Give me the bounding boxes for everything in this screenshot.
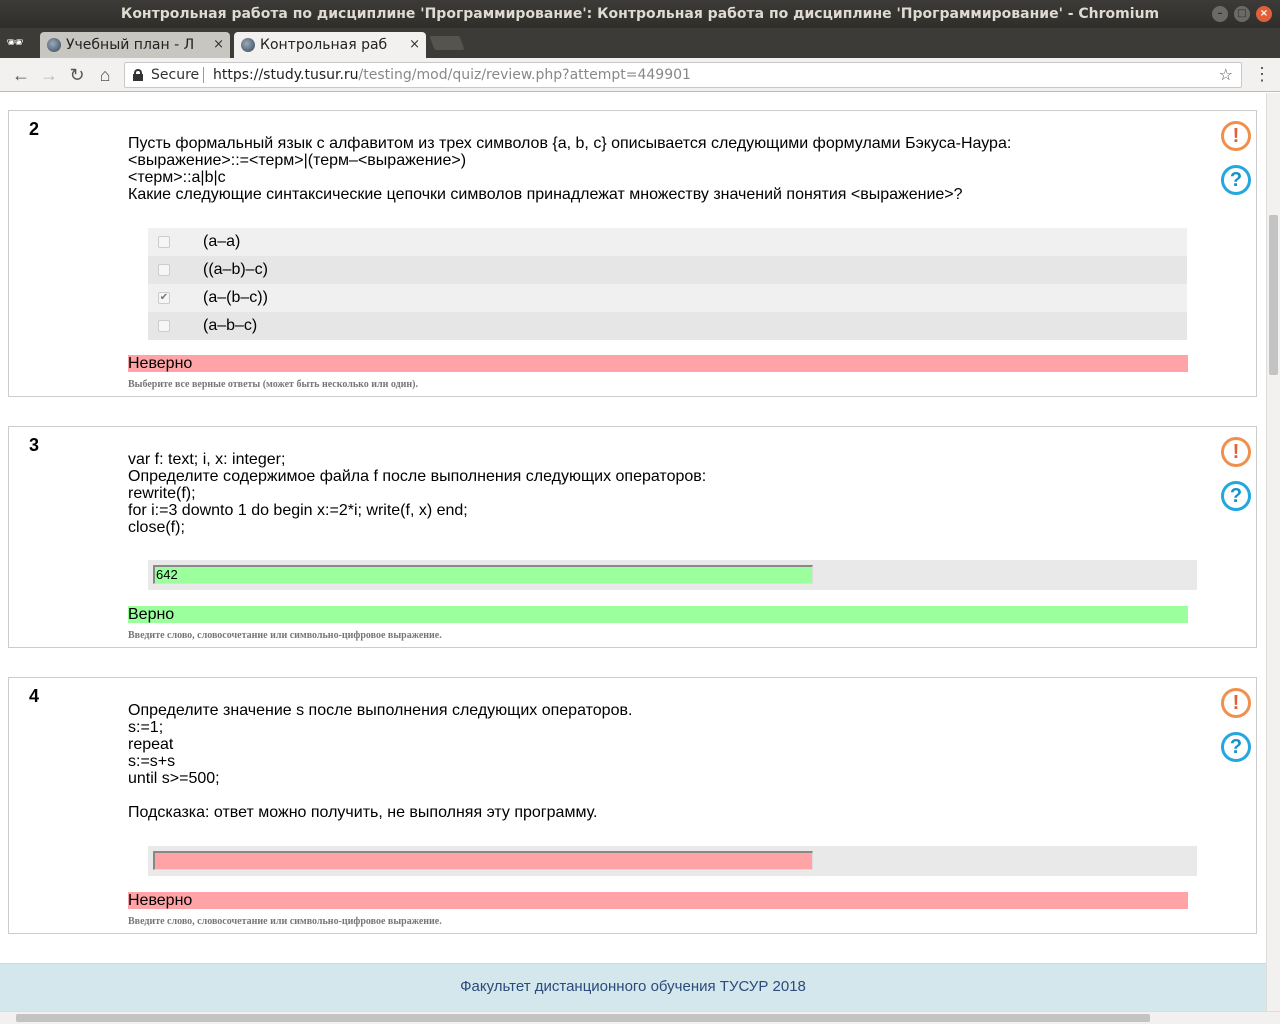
url-host: https://study.tusur.ru bbox=[213, 67, 359, 83]
close-window-icon[interactable]: × bbox=[1256, 6, 1272, 22]
home-icon[interactable]: ⌂ bbox=[94, 64, 116, 86]
tab-study-plan[interactable]: Учебный план - Ли × bbox=[40, 32, 230, 58]
omnibox-divider bbox=[203, 67, 204, 83]
help-question-icon[interactable]: ? bbox=[1221, 481, 1251, 511]
answer-hint: Выберите все верные ответы (может быть н… bbox=[128, 379, 419, 390]
site-favicon-icon bbox=[47, 38, 61, 52]
scrollbar-thumb[interactable] bbox=[16, 1014, 1150, 1022]
incognito-icon: 🕶 bbox=[6, 34, 24, 50]
answer-area: 642 bbox=[148, 560, 1197, 590]
answer-hint: Введите слово, словосочетание или символ… bbox=[128, 630, 442, 641]
result-badge-correct: Верно bbox=[128, 606, 1188, 623]
question-card-3: 3 var f: text; i, x: integer; Определите… bbox=[8, 426, 1257, 648]
address-bar[interactable]: Secure https://study.tusur.ru/testing/mo… bbox=[124, 62, 1242, 88]
window-title: Контрольная работа по дисциплине 'Програ… bbox=[120, 6, 1160, 22]
question-text: Пусть формальный язык с алфавитом из тре… bbox=[128, 135, 1012, 203]
page-footer: Факультет дистанционного обучения ТУСУР … bbox=[0, 963, 1266, 1011]
question-text: Определите значение s после выполнения с… bbox=[128, 702, 633, 821]
footer-text: Факультет дистанционного обучения ТУСУР … bbox=[460, 978, 806, 995]
answer-hint: Введите слово, словосочетание или символ… bbox=[128, 916, 442, 927]
flag-question-icon[interactable]: ! bbox=[1221, 121, 1251, 151]
minimize-icon[interactable]: – bbox=[1212, 6, 1228, 22]
answer-options: (a–a) ((a–b)–c) ✔ (a–(b–c)) (a–b–c) bbox=[148, 228, 1187, 340]
answer-option[interactable]: (a–a) bbox=[148, 228, 1187, 256]
url-text[interactable]: https://study.tusur.ru/testing/mod/quiz/… bbox=[213, 63, 691, 87]
answer-input[interactable]: 642 bbox=[153, 565, 813, 584]
option-label: ((a–b)–c) bbox=[203, 261, 268, 278]
help-question-icon[interactable]: ? bbox=[1221, 732, 1251, 762]
reload-icon[interactable]: ↻ bbox=[66, 64, 88, 86]
option-checkbox[interactable] bbox=[158, 264, 170, 276]
scrollbar-thumb[interactable] bbox=[1269, 215, 1278, 375]
option-label: (a–(b–c)) bbox=[203, 289, 268, 306]
tab-quiz[interactable]: Контрольная рабо × bbox=[234, 32, 426, 58]
url-path: /testing/mod/quiz/review.php?attempt=449… bbox=[358, 67, 691, 83]
browser-toolbar: ← → ↻ ⌂ Secure https://study.tusur.ru/te… bbox=[0, 58, 1280, 92]
lock-icon[interactable] bbox=[133, 69, 143, 81]
answer-option[interactable]: (a–b–c) bbox=[148, 312, 1187, 340]
new-tab-button[interactable] bbox=[429, 36, 465, 50]
option-label: (a–a) bbox=[203, 233, 241, 250]
forward-arrow-icon[interactable]: → bbox=[38, 64, 60, 86]
answer-input[interactable] bbox=[153, 851, 813, 870]
question-number: 3 bbox=[29, 435, 40, 455]
secure-label: Secure bbox=[151, 67, 200, 83]
option-checkbox[interactable] bbox=[158, 236, 170, 248]
question-number: 2 bbox=[29, 119, 40, 139]
question-text: var f: text; i, x: integer; Определите с… bbox=[128, 451, 707, 536]
question-number: 4 bbox=[29, 686, 40, 706]
flag-question-icon[interactable]: ! bbox=[1221, 688, 1251, 718]
help-question-icon[interactable]: ? bbox=[1221, 165, 1251, 195]
option-checkbox[interactable] bbox=[158, 320, 170, 332]
question-card-2: 2 Пусть формальный язык с алфавитом из т… bbox=[8, 110, 1257, 397]
window-controls: – □ × bbox=[1212, 6, 1272, 22]
answer-option[interactable]: ✔ (a–(b–c)) bbox=[148, 284, 1187, 312]
answer-option[interactable]: ((a–b)–c) bbox=[148, 256, 1187, 284]
flag-question-icon[interactable]: ! bbox=[1221, 437, 1251, 467]
result-badge-incorrect: Неверно bbox=[128, 355, 1188, 372]
tab-close-icon[interactable]: × bbox=[213, 32, 224, 58]
option-label: (a–b–c) bbox=[203, 317, 258, 334]
site-favicon-icon bbox=[241, 38, 255, 52]
option-checkbox-checked[interactable]: ✔ bbox=[158, 292, 170, 304]
maximize-icon[interactable]: □ bbox=[1234, 6, 1250, 22]
question-card-4: 4 Определите значение s после выполнения… bbox=[8, 677, 1257, 934]
browser-menu-icon[interactable]: ⋮ bbox=[1252, 64, 1272, 86]
tab-strip: 🕶 Учебный план - Ли × Контрольная рабо × bbox=[0, 28, 1280, 58]
result-badge-incorrect: Неверно bbox=[128, 892, 1188, 909]
answer-area bbox=[148, 846, 1197, 876]
back-arrow-icon[interactable]: ← bbox=[10, 64, 32, 86]
tab-close-icon[interactable]: × bbox=[409, 32, 420, 58]
tab-label: Учебный план - Ли bbox=[66, 37, 194, 53]
window-titlebar: Контрольная работа по дисциплине 'Програ… bbox=[0, 0, 1280, 28]
page-viewport: 2 Пусть формальный язык с алфавитом из т… bbox=[0, 93, 1266, 1011]
bookmark-star-icon[interactable]: ☆ bbox=[1219, 63, 1233, 87]
vertical-scrollbar[interactable] bbox=[1266, 93, 1280, 1011]
tab-label: Контрольная рабо bbox=[260, 37, 388, 53]
horizontal-scrollbar[interactable] bbox=[0, 1011, 1280, 1024]
